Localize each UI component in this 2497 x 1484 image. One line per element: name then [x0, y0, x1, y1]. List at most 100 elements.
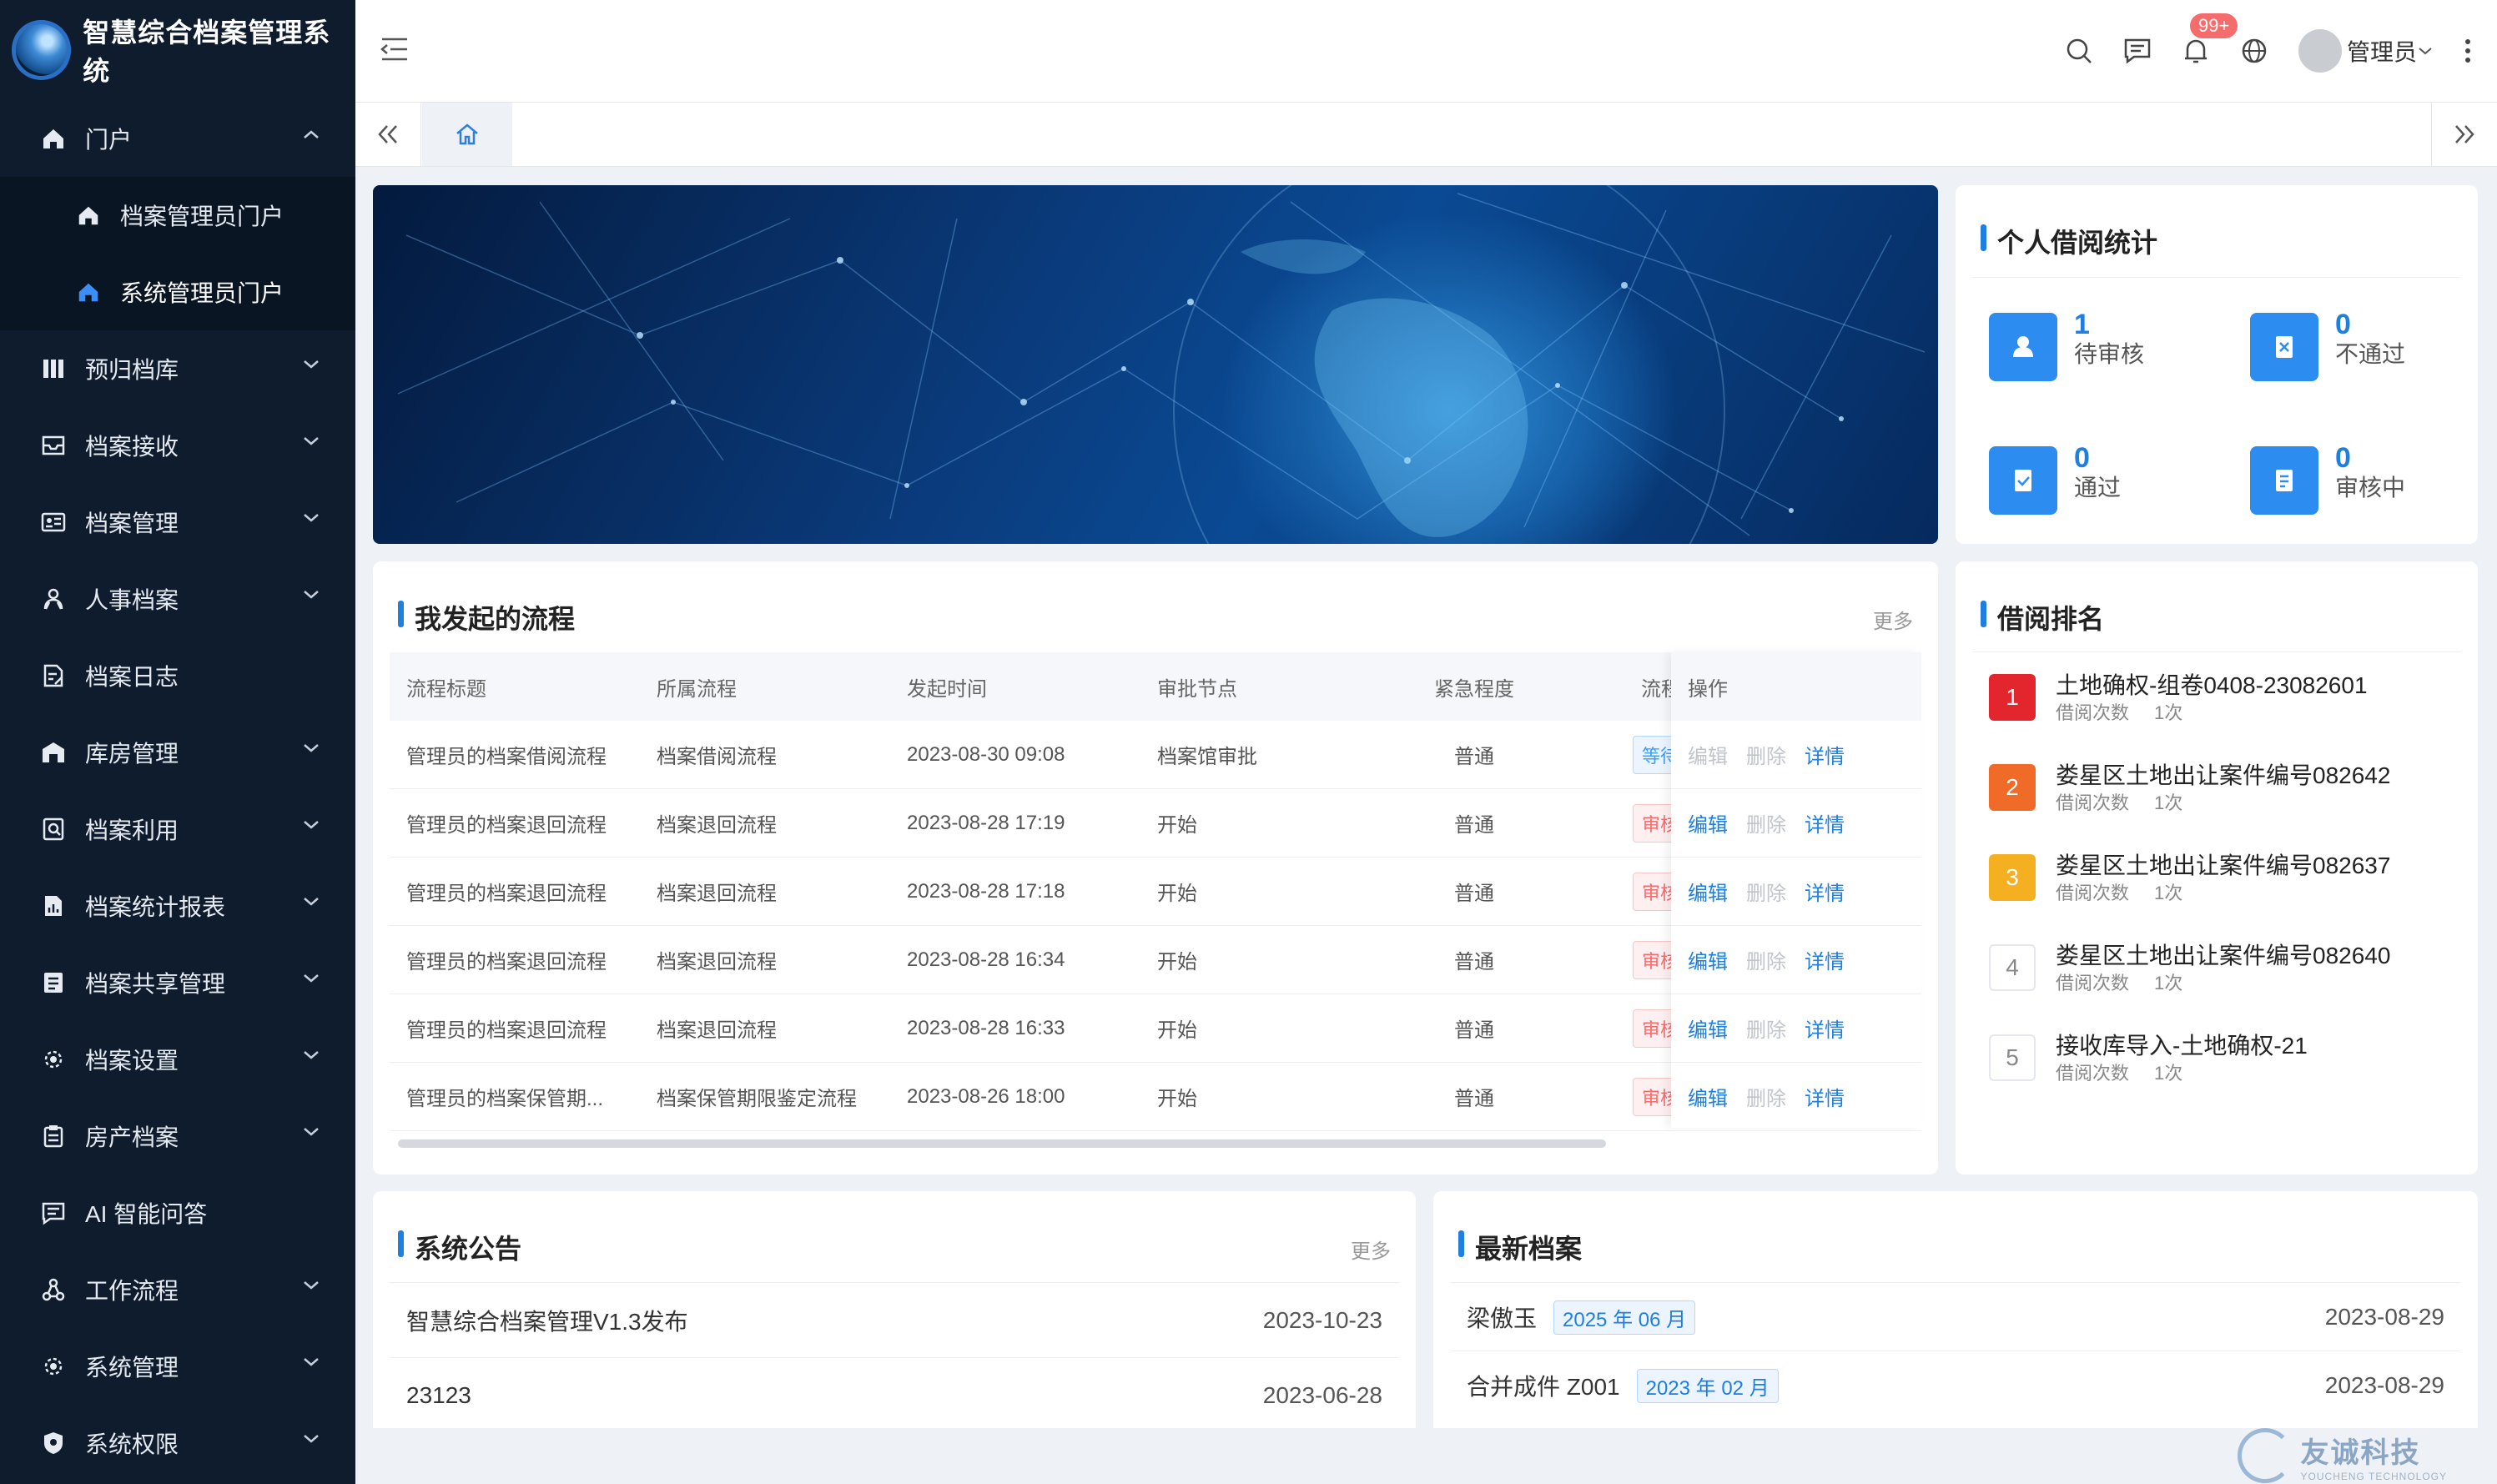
search-doc-icon	[43, 817, 64, 841]
table-horizontal-scrollbar[interactable]	[398, 1139, 1606, 1148]
borrow-stats-title: 个人借阅统计	[1981, 222, 2157, 260]
top-header: 99+ 管理员	[355, 0, 2497, 103]
stat-1[interactable]: 0 不通过	[2250, 309, 2405, 381]
notices-more-link[interactable]: 更多	[1351, 1235, 1391, 1264]
ranking-item[interactable]: 5 接收库导入-土地确权-21 借阅次数 1次	[1989, 1033, 2308, 1086]
delete-link[interactable]: 删除	[1746, 945, 1786, 974]
delete-link[interactable]: 删除	[1746, 808, 1786, 838]
notice-item[interactable]: 智慧综合档案管理V1.3发布 2023-10-23	[390, 1282, 1399, 1358]
sidebar-item-6[interactable]: 库房管理	[0, 714, 355, 791]
sidebar-item-label: 档案统计报表	[85, 894, 226, 920]
sidebar-item-13[interactable]: 工作流程	[0, 1251, 355, 1328]
delete-link[interactable]: 删除	[1746, 1014, 1786, 1043]
sidebar-item-label: 档案管理	[85, 511, 179, 536]
archive-item[interactable]: 合并成件 Z001 2023 年 02 月 2023-08-29	[1450, 1351, 2461, 1420]
detail-link[interactable]: 详情	[1805, 740, 1845, 769]
notifications-button[interactable]: 99+	[2182, 13, 2238, 65]
sidebar-item-5[interactable]: 档案日志	[0, 637, 355, 714]
user-menu[interactable]: 管理员	[2298, 29, 2434, 73]
search-button[interactable]	[2065, 37, 2093, 65]
rank-count: 1次	[2154, 973, 2183, 994]
tab-home[interactable]	[422, 103, 512, 166]
archive-title: 梁傲玉	[1467, 1305, 1538, 1331]
delete-link[interactable]: 删除	[1746, 1082, 1786, 1111]
stat-label: 待审核	[2074, 341, 2145, 367]
tabs-scroll-right[interactable]	[2431, 103, 2497, 166]
double-chevron-left-icon	[378, 125, 397, 143]
detail-link[interactable]: 详情	[1805, 1082, 1845, 1111]
sidebar-item-label: 档案利用	[85, 817, 179, 843]
edit-doc-icon	[43, 664, 63, 687]
home-icon	[456, 123, 478, 145]
rank-title: 接收库导入-土地确权-21	[2056, 1033, 2308, 1059]
sidebar-item-2[interactable]: 档案接收	[0, 407, 355, 484]
detail-link[interactable]: 详情	[1805, 877, 1845, 906]
edit-link[interactable]: 编辑	[1688, 808, 1728, 838]
messages-button[interactable]	[2123, 37, 2152, 65]
app-title: 智慧综合档案管理系统	[83, 18, 331, 86]
sidebar-item-0[interactable]: 门户	[0, 100, 355, 177]
detail-link[interactable]: 详情	[1805, 1014, 1845, 1043]
home-icon	[78, 283, 98, 302]
cell-node: 开始	[1157, 883, 1197, 905]
menu-collapse-button[interactable]	[380, 37, 409, 66]
sidebar-subitem-1[interactable]: 系统管理员门户	[0, 254, 355, 330]
chevron-down-icon	[304, 974, 319, 983]
rank-title: 娄星区土地出让案件编号082637	[2056, 853, 2391, 878]
edit-link[interactable]: 编辑	[1688, 877, 1728, 906]
detail-link[interactable]: 详情	[1805, 808, 1845, 838]
home-icon	[43, 129, 63, 148]
ranking-item[interactable]: 2 娄星区土地出让案件编号082642 借阅次数 1次	[1989, 762, 2390, 816]
edit-link[interactable]: 编辑	[1688, 740, 1728, 769]
edit-link[interactable]: 编辑	[1688, 1082, 1728, 1111]
processes-more-link[interactable]: 更多	[1873, 605, 1913, 634]
ops-row: 编辑 删除 详情	[1671, 858, 1921, 926]
sidebar-item-10[interactable]: 档案设置	[0, 1021, 355, 1098]
sidebar-item-1[interactable]: 预归档库	[0, 330, 355, 407]
cell-flow: 档案退回流程	[657, 814, 777, 837]
edit-link[interactable]: 编辑	[1688, 945, 1728, 974]
archive-item[interactable]: 梁傲玉 2025 年 06 月 2023-08-29	[1450, 1282, 2461, 1351]
cell-flow: 档案退回流程	[657, 883, 777, 905]
sidebar-item-label: 档案日志	[85, 664, 179, 690]
ops-row: 编辑 删除 详情	[1671, 721, 1921, 789]
sidebar-subitem-label: 系统管理员门户	[120, 280, 284, 306]
notice-item[interactable]: 23123 2023-06-28	[390, 1357, 1399, 1433]
sidebar-subitem-0[interactable]: 档案管理员门户	[0, 177, 355, 254]
stat-2[interactable]: 0 通过	[1989, 443, 2121, 515]
delete-link[interactable]: 删除	[1746, 740, 1786, 769]
status-badge: 审核	[1633, 1009, 1676, 1048]
ranking-item[interactable]: 4 娄星区土地出让案件编号082640 借阅次数 1次	[1989, 943, 2390, 996]
sidebar-item-label: 房产档案	[85, 1124, 179, 1150]
cell-node: 档案馆审批	[1157, 746, 1257, 768]
stat-3[interactable]: 0 审核中	[2250, 443, 2405, 515]
sidebar-item-9[interactable]: 档案共享管理	[0, 944, 355, 1021]
sidebar-item-15[interactable]: 系统权限	[0, 1405, 355, 1481]
more-options-button[interactable]	[2464, 37, 2472, 65]
tabs-scroll-left[interactable]	[355, 103, 421, 166]
column-header: 所属流程	[657, 677, 737, 701]
sidebar-item-8[interactable]: 档案统计报表	[0, 868, 355, 944]
stat-number: 0	[2335, 309, 2351, 340]
delete-link[interactable]: 删除	[1746, 877, 1786, 906]
sidebar-item-14[interactable]: 系统管理	[0, 1328, 355, 1405]
pending-doc-icon	[2276, 470, 2293, 491]
brand-watermark: 友诚科技 YOUCHENG TECHNOLOGY	[2237, 1428, 2447, 1483]
edit-link[interactable]: 编辑	[1688, 1014, 1728, 1043]
ranking-item[interactable]: 1 土地确权-组卷0408-23082601 借阅次数 1次	[1989, 672, 2368, 726]
stat-0[interactable]: 1 待审核	[1989, 309, 2145, 381]
sidebar-item-12[interactable]: AI 智能问答	[0, 1175, 355, 1251]
language-button[interactable]	[2240, 37, 2268, 65]
sidebar-item-3[interactable]: 档案管理	[0, 484, 355, 561]
rank-number: 1	[1989, 674, 2036, 721]
sidebar-item-7[interactable]: 档案利用	[0, 791, 355, 868]
detail-link[interactable]: 详情	[1805, 945, 1845, 974]
watermark-cn: 友诚科技	[2300, 1436, 2421, 1469]
sidebar-item-4[interactable]: 人事档案	[0, 561, 355, 637]
sidebar-submenu: 档案管理员门户系统管理员门户	[0, 177, 355, 330]
sidebar-item-11[interactable]: 房产档案	[0, 1098, 355, 1175]
chevron-down-icon	[304, 1051, 319, 1059]
cell-node: 开始	[1157, 951, 1197, 973]
ops-row: 编辑 删除 详情	[1671, 789, 1921, 858]
ranking-item[interactable]: 3 娄星区土地出让案件编号082637 借阅次数 1次	[1989, 853, 2391, 906]
